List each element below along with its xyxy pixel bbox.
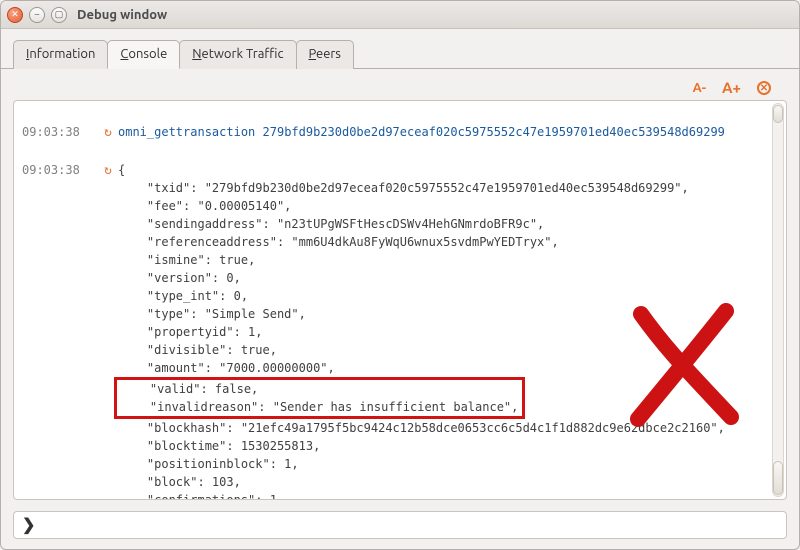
- tab-bar: Information Console Network Traffic Peer…: [1, 29, 799, 69]
- window-maximize-button[interactable]: ▢: [51, 7, 67, 23]
- tab-peers[interactable]: Peers: [296, 40, 354, 69]
- console-output[interactable]: 09:03:38↻omni_gettransaction 279bfd9b230…: [14, 101, 786, 499]
- clear-console-button[interactable]: ✕: [757, 81, 771, 95]
- timestamp: 09:03:38: [22, 161, 98, 179]
- tab-information[interactable]: Information: [13, 40, 108, 69]
- highlighted-invalid-region: "valid": false, "invalidreason": "Sender…: [114, 377, 525, 419]
- window-close-button[interactable]: ✕: [7, 7, 23, 23]
- reload-icon[interactable]: ↻: [98, 123, 112, 143]
- titlebar: ✕ – ▢ Debug window: [1, 1, 799, 29]
- tab-content: A- A+ ✕ 09:03:38↻omni_gettransaction 279…: [1, 69, 799, 547]
- timestamp: 09:03:38: [22, 123, 98, 141]
- debug-window: ✕ – ▢ Debug window Information Console N…: [0, 0, 800, 550]
- result-json: { "txid": "279bfd9b230d0be2d97eceaf020c5…: [118, 161, 768, 500]
- console-output-wrap: 09:03:38↻omni_gettransaction 279bfd9b230…: [13, 100, 787, 500]
- window-minimize-button[interactable]: –: [29, 7, 45, 23]
- font-increase-button[interactable]: A+: [722, 79, 741, 96]
- command-text: omni_gettransaction 279bfd9b230d0be2d97e…: [118, 125, 725, 139]
- console-input[interactable]: [43, 512, 786, 538]
- window-title: Debug window: [77, 8, 167, 22]
- reload-icon[interactable]: ↻: [98, 161, 112, 181]
- tab-console[interactable]: Console: [107, 40, 180, 69]
- prompt-icon: ❯: [14, 515, 43, 536]
- font-decrease-button[interactable]: A-: [693, 81, 706, 95]
- scrollbar-thumb[interactable]: [773, 105, 783, 123]
- console-toolbar: A- A+ ✕: [13, 75, 787, 100]
- scrollbar-thumb[interactable]: [773, 461, 783, 495]
- scrollbar-track[interactable]: [772, 103, 784, 497]
- tab-network-traffic[interactable]: Network Traffic: [179, 40, 296, 69]
- console-input-bar: ❯: [13, 511, 787, 539]
